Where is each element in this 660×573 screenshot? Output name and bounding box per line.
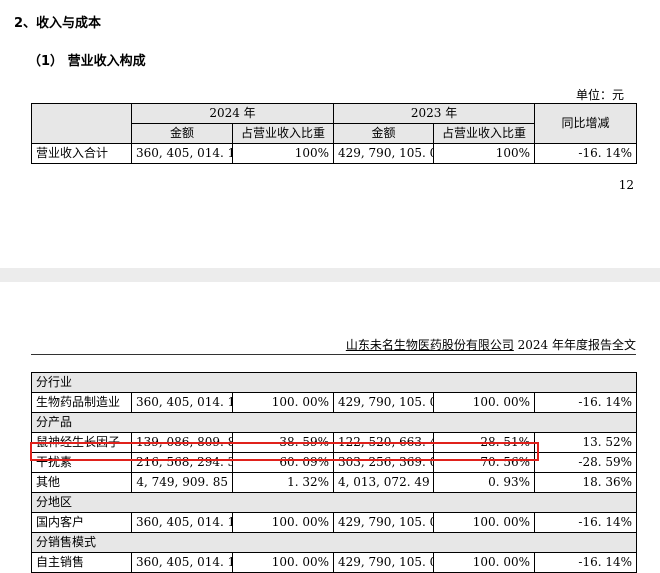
yoy-change: 13. 52%: [533, 432, 638, 453]
ratio-2023: 100. 00%: [433, 392, 535, 413]
report-page-upper: 2、收入与成本 （1） 营业收入构成 单位：元 2024 年 2023 年 同比…: [0, 0, 660, 268]
ratio-2023: 100. 00%: [433, 512, 535, 533]
ratio-header: 占营业收入比重: [231, 123, 335, 144]
row-label: 其他: [31, 472, 132, 493]
company-name: 山东未名生物医药股份有限公司: [345, 338, 514, 352]
ratio-2023: 100. 00%: [433, 552, 535, 573]
revenue-breakdown-table: 分行业 生物药品制造业 360, 405, 014. 10 100. 00% 4…: [30, 372, 638, 573]
amount-2024: 4, 749, 909. 85: [131, 472, 233, 493]
unit-label: 单位：元: [575, 88, 624, 102]
group-header-industry: 分行业: [30, 372, 638, 393]
report-title: 2024 年年度报告全文: [513, 338, 636, 352]
amount-2024: 360, 405, 014. 10: [131, 143, 233, 164]
yoy-change: 18. 36%: [533, 472, 638, 493]
revenue-summary-table: 2024 年 2023 年 同比增减 金额 占营业收入比重 金额 占营业收入比重…: [31, 103, 638, 164]
yoy-change: -28. 59%: [533, 452, 638, 473]
amount-header: 金额: [333, 123, 435, 144]
table-row: 其他 4, 749, 909. 85 1. 32% 4, 013, 072. 4…: [31, 472, 638, 493]
group-header-sales-mode: 分销售模式: [30, 532, 638, 553]
group-header-region: 分地区: [30, 492, 638, 513]
amount-2023: 429, 790, 105. 06: [333, 512, 434, 533]
amount-2024: 360, 405, 014. 10: [131, 392, 233, 413]
section-subheading: （1） 营业收入构成: [28, 54, 146, 69]
amount-header: 金额: [131, 123, 233, 144]
year-2024-header: 2024 年: [130, 103, 335, 124]
table-row: 生物药品制造业 360, 405, 014. 10 100. 00% 429, …: [31, 392, 638, 413]
header-rule: [31, 354, 636, 355]
row-label-header: [31, 103, 132, 144]
page-number: 12: [618, 178, 634, 192]
ratio-2024: 100. 00%: [232, 512, 334, 533]
ratio-2023: 0. 93%: [433, 472, 535, 493]
row-label: 自主销售: [31, 552, 132, 573]
amount-2024: 360, 405, 014. 10: [131, 552, 233, 573]
row-label: 营业收入合计: [31, 143, 132, 164]
table-row: 营业收入合计 360, 405, 014. 10 100% 429, 790, …: [31, 143, 638, 164]
report-header: 山东未名生物医药股份有限公司 2024 年年度报告全文: [346, 336, 636, 353]
section-heading: 2、收入与成本: [14, 16, 102, 31]
ratio-2024: 1. 32%: [232, 472, 334, 493]
yoy-change: -16. 14%: [533, 552, 638, 573]
amount-2023: 429, 790, 105. 06: [333, 552, 434, 573]
yoy-change: -16. 14%: [534, 143, 638, 164]
highlight-box: [30, 442, 539, 461]
amount-2024: 360, 405, 014. 10: [131, 512, 233, 533]
table-row: 自主销售 360, 405, 014. 10 100. 00% 429, 790…: [31, 552, 638, 573]
amount-2023: 429, 790, 105. 06: [333, 143, 435, 164]
row-label: 生物药品制造业: [31, 392, 132, 413]
ratio-2024: 100. 00%: [232, 392, 334, 413]
page-separator: [0, 268, 660, 282]
ratio-2023: 100%: [433, 143, 536, 164]
row-label: 国内客户: [31, 512, 132, 533]
yoy-header: 同比增减: [534, 103, 638, 144]
table-row: 国内客户 360, 405, 014. 10 100. 00% 429, 790…: [31, 512, 638, 533]
ratio-header: 占营业收入比重: [433, 123, 536, 144]
ratio-2024: 100%: [231, 143, 335, 164]
yoy-change: -16. 14%: [533, 512, 638, 533]
year-2023-header: 2023 年: [333, 103, 536, 124]
amount-2023: 429, 790, 105. 06: [333, 392, 434, 413]
amount-2023: 4, 013, 072. 49: [333, 472, 434, 493]
ratio-2024: 100. 00%: [232, 552, 334, 573]
group-header-product: 分产品: [30, 412, 638, 433]
yoy-change: -16. 14%: [533, 392, 638, 413]
